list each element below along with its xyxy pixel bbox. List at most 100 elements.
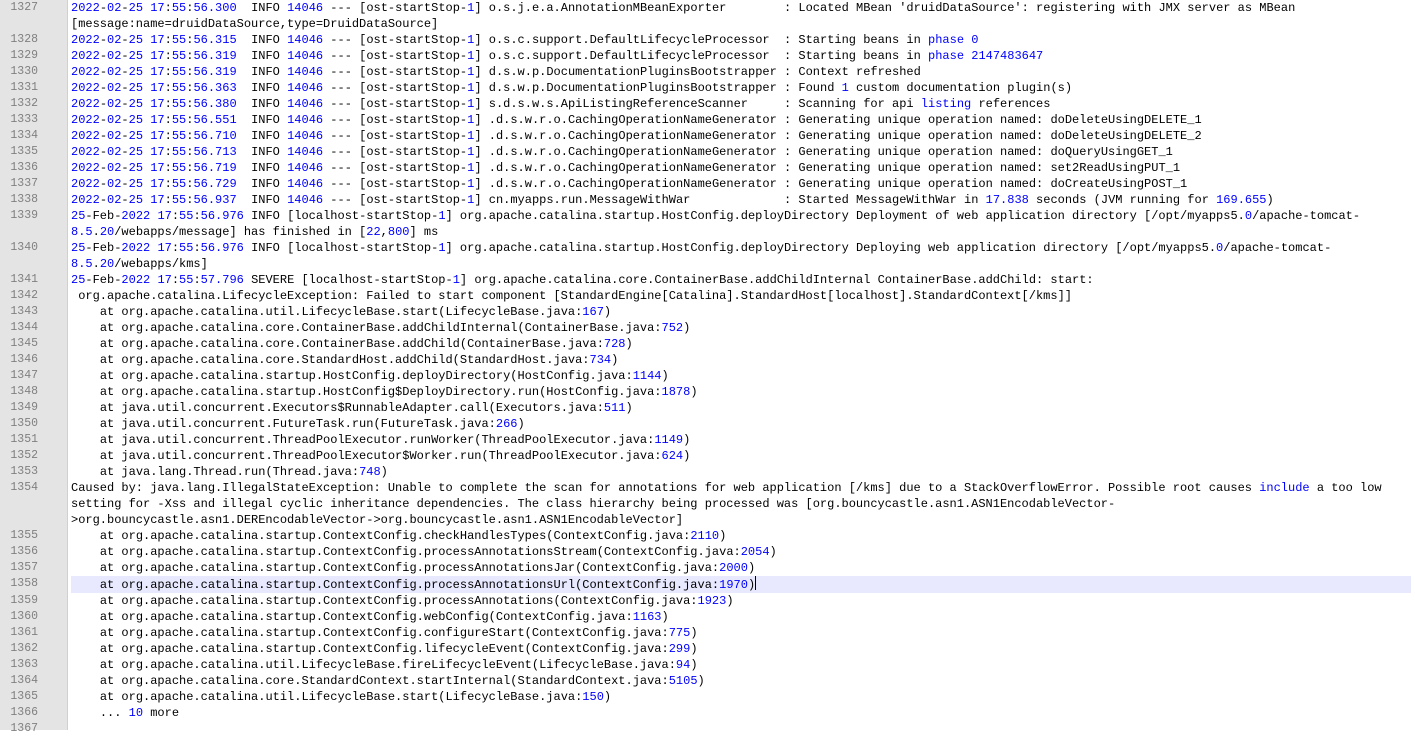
line-number: 1344 [10,321,38,334]
editor-line[interactable]: 1331 2022-02-25 17:55:56.363 INFO 14046 -… [0,80,1415,96]
editor-line[interactable]: 1351 at java.util.concurrent.ThreadPoolE… [0,432,1415,448]
line-text[interactable]: at org.apache.catalina.core.StandardCont… [71,673,1411,689]
line-text[interactable]: 2022-02-25 17:55:56.380 INFO 14046 --- [… [71,96,1411,112]
line-text[interactable]: 2022-02-25 17:55:56.319 INFO 14046 --- [… [71,64,1411,80]
editor-line[interactable]: 1329 2022-02-25 17:55:56.319 INFO 14046 -… [0,48,1415,64]
editor-line[interactable]: 1352 at java.util.concurrent.ThreadPoolE… [0,448,1415,464]
editor-line[interactable]: 1335 2022-02-25 17:55:56.713 INFO 14046 -… [0,144,1415,160]
line-text[interactable]: 2022-02-25 17:55:56.363 INFO 14046 --- [… [71,80,1411,96]
line-number: 1353 [10,465,38,478]
line-number: 1363 [10,658,38,671]
editor-line[interactable]: 1355 at org.apache.catalina.startup.Cont… [0,528,1415,544]
line-number: 1349 [10,401,38,414]
line-text[interactable]: at org.apache.catalina.util.LifecycleBas… [71,304,1411,320]
editor-line[interactable]: 1357 at org.apache.catalina.startup.Cont… [0,560,1415,576]
line-text[interactable]: at org.apache.catalina.util.LifecycleBas… [71,689,1411,705]
line-text[interactable]: 2022-02-25 17:55:56.729 INFO 14046 --- [… [71,176,1411,192]
line-text[interactable]: at java.util.concurrent.ThreadPoolExecut… [71,448,1411,464]
line-text[interactable]: at org.apache.catalina.startup.ContextCo… [71,641,1411,657]
editor-line[interactable]: 1342 org.apache.catalina.LifecycleExcept… [0,288,1415,304]
editor-line[interactable]: 1353 at java.lang.Thread.run(Thread.java… [0,464,1415,480]
editor-line[interactable]: 1338 2022-02-25 17:55:56.937 INFO 14046 -… [0,192,1415,208]
editor-line[interactable]: 1344 at org.apache.catalina.core.Contain… [0,320,1415,336]
line-text[interactable]: at org.apache.catalina.core.ContainerBas… [71,320,1411,336]
editor-line[interactable]: 1340 25-Feb-2022 17:55:56.976 INFO [local… [0,240,1415,272]
line-number: 1367 [10,722,38,735]
editor-line[interactable]: 1360 at org.apache.catalina.startup.Cont… [0,609,1415,625]
editor-line[interactable]: 1341 25-Feb-2022 17:55:57.796 SEVERE [loc… [0,272,1415,288]
line-text[interactable]: at org.apache.catalina.core.StandardHost… [71,352,1411,368]
editor-line[interactable]: 1356 at org.apache.catalina.startup.Cont… [0,544,1415,560]
line-number: 1343 [10,305,38,318]
line-text[interactable]: at org.apache.catalina.startup.ContextCo… [71,593,1411,609]
line-text[interactable]: Caused by: java.lang.IllegalStateExcepti… [71,480,1411,528]
line-text[interactable]: at org.apache.catalina.util.LifecycleBas… [71,657,1411,673]
line-text[interactable]: at org.apache.catalina.startup.ContextCo… [71,576,1411,593]
editor-line[interactable]: 1365 at org.apache.catalina.util.Lifecyc… [0,689,1415,705]
line-text[interactable]: at org.apache.catalina.startup.ContextCo… [71,544,1411,560]
line-text[interactable]: 2022-02-25 17:55:56.319 INFO 14046 --- [… [71,48,1411,64]
editor-line[interactable]: 1346 at org.apache.catalina.core.Standar… [0,352,1415,368]
line-text[interactable]: 25-Feb-2022 17:55:57.796 SEVERE [localho… [71,272,1411,288]
line-number: 1358 [10,577,38,590]
line-number: 1339 [10,209,38,222]
line-text[interactable]: 2022-02-25 17:55:56.315 INFO 14046 --- [… [71,32,1411,48]
text-caret [755,576,757,590]
editor-line[interactable]: 1348 at org.apache.catalina.startup.Host… [0,384,1415,400]
line-number: 1328 [10,33,38,46]
line-number: 1337 [10,177,38,190]
line-number: 1338 [10,193,38,206]
line-text[interactable]: at java.util.concurrent.Executors$Runnab… [71,400,1411,416]
editor-line[interactable]: 1362 at org.apache.catalina.startup.Cont… [0,641,1415,657]
editor-line[interactable]: 1330 2022-02-25 17:55:56.319 INFO 14046 -… [0,64,1415,80]
line-number: 1365 [10,690,38,703]
line-text[interactable]: 2022-02-25 17:55:56.719 INFO 14046 --- [… [71,160,1411,176]
line-text[interactable]: at org.apache.catalina.core.ContainerBas… [71,336,1411,352]
line-text[interactable]: 2022-02-25 17:55:56.551 INFO 14046 --- [… [71,112,1411,128]
editor-line[interactable]: 1327 2022-02-25 17:55:56.300 INFO 14046 -… [0,0,1415,32]
line-text[interactable]: at java.lang.Thread.run(Thread.java:748) [71,464,1411,480]
editor-line[interactable]: 1349 at java.util.concurrent.Executors$R… [0,400,1415,416]
editor-line[interactable]: 1337 2022-02-25 17:55:56.729 INFO 14046 -… [0,176,1415,192]
editor-line[interactable]: 1354 Caused by: java.lang.IllegalStateExc… [0,480,1415,528]
line-text[interactable]: 2022-02-25 17:55:56.713 INFO 14046 --- [… [71,144,1411,160]
editor-line[interactable]: 1347 at org.apache.catalina.startup.Host… [0,368,1415,384]
line-text[interactable]: ... 10 more [71,705,1411,721]
editor-line[interactable]: 1328 2022-02-25 17:55:56.315 INFO 14046 -… [0,32,1415,48]
line-text[interactable]: 2022-02-25 17:55:56.937 INFO 14046 --- [… [71,192,1411,208]
editor-line[interactable]: 1364 at org.apache.catalina.core.Standar… [0,673,1415,689]
editor-line[interactable]: 1345 at org.apache.catalina.core.Contain… [0,336,1415,352]
line-number: 1351 [10,433,38,446]
editor-line[interactable]: 1333 2022-02-25 17:55:56.551 INFO 14046 -… [0,112,1415,128]
editor-line[interactable]: 1350 at java.util.concurrent.FutureTask.… [0,416,1415,432]
current-line[interactable]: 1358 at org.apache.catalina.startup.Cont… [0,576,1415,593]
line-text[interactable]: at org.apache.catalina.startup.ContextCo… [71,528,1411,544]
line-number: 1354 [10,481,38,494]
line-text[interactable]: at java.util.concurrent.FutureTask.run(F… [71,416,1411,432]
line-text[interactable]: 2022-02-25 17:55:56.710 INFO 14046 --- [… [71,128,1411,144]
editor-line[interactable]: 1336 2022-02-25 17:55:56.719 INFO 14046 -… [0,160,1415,176]
editor-line[interactable]: 1339 25-Feb-2022 17:55:56.976 INFO [local… [0,208,1415,240]
line-text[interactable]: at org.apache.catalina.startup.ContextCo… [71,625,1411,641]
editor-line[interactable]: 1366 ... 10 more [0,705,1415,721]
line-number: 1330 [10,65,38,78]
line-text[interactable]: 2022-02-25 17:55:56.300 INFO 14046 --- [… [71,0,1411,32]
line-text[interactable]: 25-Feb-2022 17:55:56.976 INFO [localhost… [71,240,1411,272]
line-number: 1356 [10,545,38,558]
editor-line[interactable]: 1363 at org.apache.catalina.util.Lifecyc… [0,657,1415,673]
line-text[interactable]: at org.apache.catalina.startup.HostConfi… [71,384,1411,400]
line-text[interactable]: at org.apache.catalina.startup.ContextCo… [71,609,1411,625]
text-editor[interactable]: 1327 2022-02-25 17:55:56.300 INFO 14046 -… [0,0,1415,735]
line-text[interactable]: 25-Feb-2022 17:55:56.976 INFO [localhost… [71,208,1411,240]
line-text[interactable]: at org.apache.catalina.startup.HostConfi… [71,368,1411,384]
editor-line[interactable]: 1361 at org.apache.catalina.startup.Cont… [0,625,1415,641]
line-text[interactable]: org.apache.catalina.LifecycleException: … [71,288,1411,304]
editor-line[interactable]: 1332 2022-02-25 17:55:56.380 INFO 14046 -… [0,96,1415,112]
line-number: 1340 [10,241,38,254]
line-text[interactable]: at java.util.concurrent.ThreadPoolExecut… [71,432,1411,448]
editor-line[interactable]: 1359 at org.apache.catalina.startup.Cont… [0,593,1415,609]
editor-line[interactable]: 1334 2022-02-25 17:55:56.710 INFO 14046 -… [0,128,1415,144]
line-number: 1334 [10,129,38,142]
editor-line[interactable]: 1343 at org.apache.catalina.util.Lifecyc… [0,304,1415,320]
line-text[interactable]: at org.apache.catalina.startup.ContextCo… [71,560,1411,576]
